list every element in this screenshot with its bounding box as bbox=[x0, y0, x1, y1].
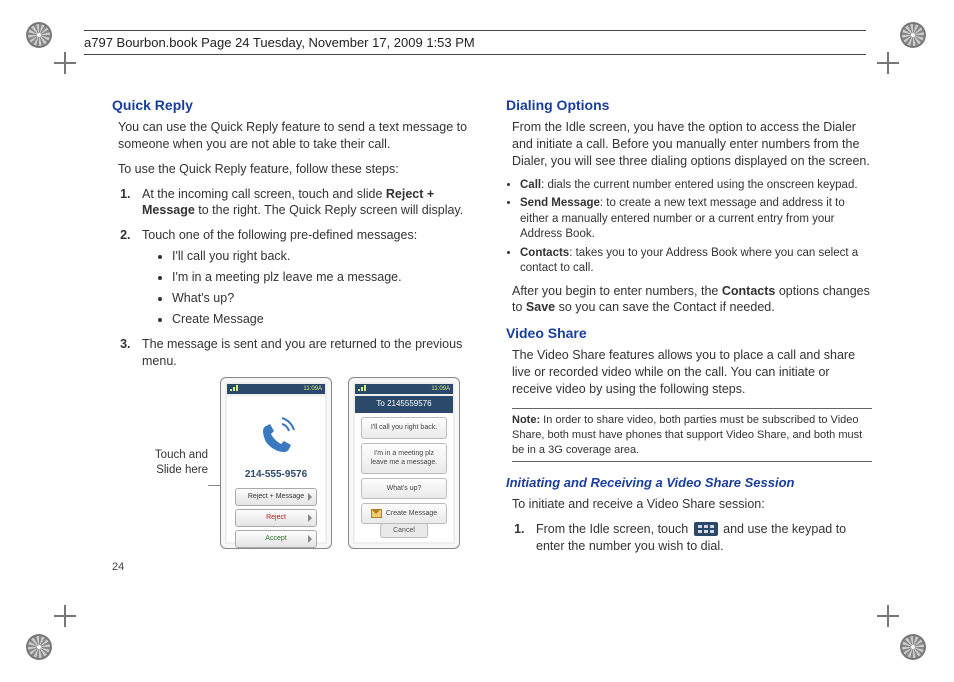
heading-video-share: Video Share bbox=[506, 324, 872, 343]
chevron-right-icon bbox=[308, 493, 312, 501]
to-field: To 2145559576 bbox=[355, 396, 453, 413]
crop-mark-icon bbox=[54, 605, 76, 627]
note-text: In order to share video, both parties mu… bbox=[512, 414, 862, 456]
reply-option: I'll call you right back. bbox=[361, 417, 447, 438]
crop-mark-icon bbox=[877, 605, 899, 627]
predef-msg: What's up? bbox=[172, 290, 478, 307]
predef-msg: Create Message bbox=[172, 311, 478, 328]
reply-option-create: Create Message bbox=[361, 503, 447, 524]
phone-ringing-icon bbox=[252, 412, 300, 460]
accept-button: Accept bbox=[235, 530, 317, 548]
dial-option-call: Call: dials the current number entered u… bbox=[520, 178, 872, 194]
signal-icon bbox=[358, 385, 368, 391]
quick-reply-lead: To use the Quick Reply feature, follow t… bbox=[118, 161, 478, 178]
step-2: Touch one of the following pre-defined m… bbox=[134, 227, 478, 327]
heading-dialing-options: Dialing Options bbox=[506, 96, 872, 115]
right-column: Dialing Options From the Idle screen, yo… bbox=[506, 96, 872, 563]
signal-icon bbox=[230, 385, 240, 391]
left-column: Quick Reply You can use the Quick Reply … bbox=[112, 96, 478, 563]
slide-caption: Touch and Slide here bbox=[152, 448, 208, 479]
page-header: a797 Bourbon.book Page 24 Tuesday, Novem… bbox=[84, 30, 866, 55]
heading-quick-reply: Quick Reply bbox=[112, 96, 478, 115]
incoming-number: 214-555-9576 bbox=[227, 468, 325, 482]
chevron-right-icon bbox=[308, 535, 312, 543]
dialing-after: After you begin to enter numbers, the Co… bbox=[512, 283, 872, 317]
crop-gear-icon bbox=[900, 634, 926, 660]
heading-initiating: Initiating and Receiving a Video Share S… bbox=[506, 474, 872, 492]
video-share-intro: The Video Share features allows you to p… bbox=[512, 347, 872, 398]
crop-mark-icon bbox=[877, 52, 899, 74]
phone-mock-incoming: 11:09A 214-555-9576 Reject + Message Rej… bbox=[220, 377, 332, 549]
init-step-1: From the Idle screen, touch and use the … bbox=[528, 521, 872, 555]
initiating-lead: To initiate and receive a Video Share se… bbox=[512, 496, 872, 513]
reject-message-button: Reject + Message bbox=[235, 488, 317, 506]
phone-mock-quickreply: 11:09A To 2145559576 I'll call you right… bbox=[348, 377, 460, 549]
cancel-softkey: Cancel bbox=[380, 523, 428, 538]
predef-msg: I'm in a meeting plz leave me a message. bbox=[172, 269, 478, 286]
step-1: At the incoming call screen, touch and s… bbox=[134, 186, 478, 220]
dialpad-icon bbox=[694, 522, 718, 536]
reject-button: Reject bbox=[235, 509, 317, 527]
crop-gear-icon bbox=[26, 22, 52, 48]
dial-option-contacts: Contacts: takes you to your Address Book… bbox=[520, 246, 872, 277]
crop-gear-icon bbox=[26, 634, 52, 660]
step-3: The message is sent and you are returned… bbox=[134, 336, 478, 370]
reply-option: I'm in a meeting plz leave me a message. bbox=[361, 443, 447, 474]
chevron-right-icon bbox=[308, 514, 312, 522]
predef-msg: I'll call you right back. bbox=[172, 248, 478, 265]
crop-gear-icon bbox=[900, 22, 926, 48]
quick-reply-intro: You can use the Quick Reply feature to s… bbox=[118, 119, 478, 153]
envelope-icon bbox=[371, 509, 382, 518]
crop-mark-icon bbox=[54, 52, 76, 74]
dialing-intro: From the Idle screen, you have the optio… bbox=[512, 119, 872, 170]
reply-option: What's up? bbox=[361, 478, 447, 499]
note-label: Note: bbox=[512, 414, 540, 426]
page-number: 24 bbox=[112, 560, 124, 575]
dial-option-send: Send Message: to create a new text messa… bbox=[520, 196, 872, 243]
note-block: Note: In order to share video, both part… bbox=[512, 408, 872, 463]
